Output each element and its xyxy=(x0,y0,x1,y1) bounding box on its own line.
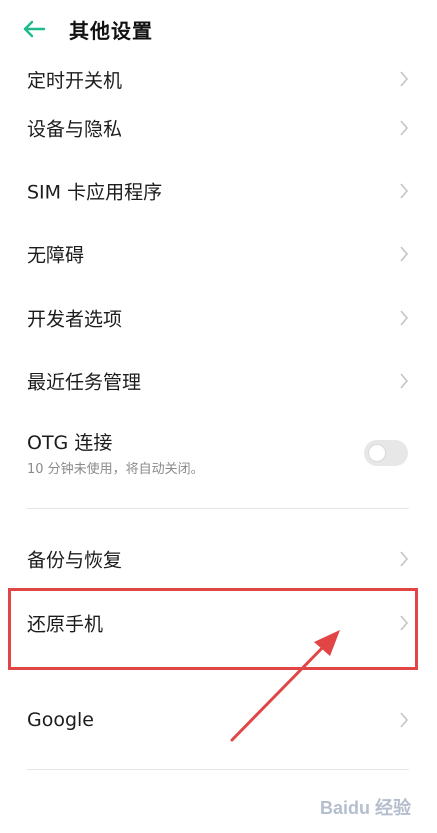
setting-item-accessibility[interactable]: 无障碍 xyxy=(0,224,437,284)
setting-item-developer-options[interactable]: 开发者选项 xyxy=(0,288,437,348)
section-divider xyxy=(27,508,409,509)
otg-toggle[interactable] xyxy=(364,440,408,466)
setting-item-label: 备份与恢复 xyxy=(27,549,123,572)
app-header: 其他设置 xyxy=(0,0,437,58)
setting-item-label: 最近任务管理 xyxy=(27,371,142,394)
setting-item-label: 定时开关机 xyxy=(27,70,123,92)
chevron-right-icon xyxy=(400,712,409,728)
setting-item-label: SIM 卡应用程序 xyxy=(27,181,163,204)
chevron-right-icon xyxy=(400,183,409,199)
chevron-right-icon xyxy=(400,551,409,567)
watermark-text: Baidu 经验 xyxy=(320,797,412,818)
bottom-divider xyxy=(27,769,409,770)
setting-item-label: Google xyxy=(27,709,95,731)
chevron-right-icon xyxy=(400,120,409,136)
setting-item-device-privacy[interactable]: 设备与隐私 xyxy=(0,98,437,158)
setting-item-backup-restore[interactable]: 备份与恢复 xyxy=(0,529,437,589)
otg-subtitle: 10 分钟未使用，将自动关闭。 xyxy=(27,462,204,477)
chevron-right-icon xyxy=(400,71,409,87)
chevron-right-icon xyxy=(400,246,409,262)
toggle-knob xyxy=(369,445,385,461)
setting-item-google[interactable]: Google xyxy=(0,690,437,750)
chevron-right-icon xyxy=(400,373,409,389)
highlight-box xyxy=(8,588,418,670)
chevron-right-icon xyxy=(400,310,409,326)
setting-item-label: 设备与隐私 xyxy=(27,118,123,141)
setting-item-recent-tasks[interactable]: 最近任务管理 xyxy=(0,351,437,411)
setting-item-sim-apps[interactable]: SIM 卡应用程序 xyxy=(0,161,437,221)
back-arrow-icon[interactable] xyxy=(22,16,48,42)
otg-label: OTG 连接 xyxy=(27,432,113,454)
page-title: 其他设置 xyxy=(69,19,153,43)
setting-item-label: 无障碍 xyxy=(27,244,85,267)
setting-item-label: 开发者选项 xyxy=(27,308,123,331)
watermark-logo-icon: Baidu 经验 xyxy=(320,797,412,818)
